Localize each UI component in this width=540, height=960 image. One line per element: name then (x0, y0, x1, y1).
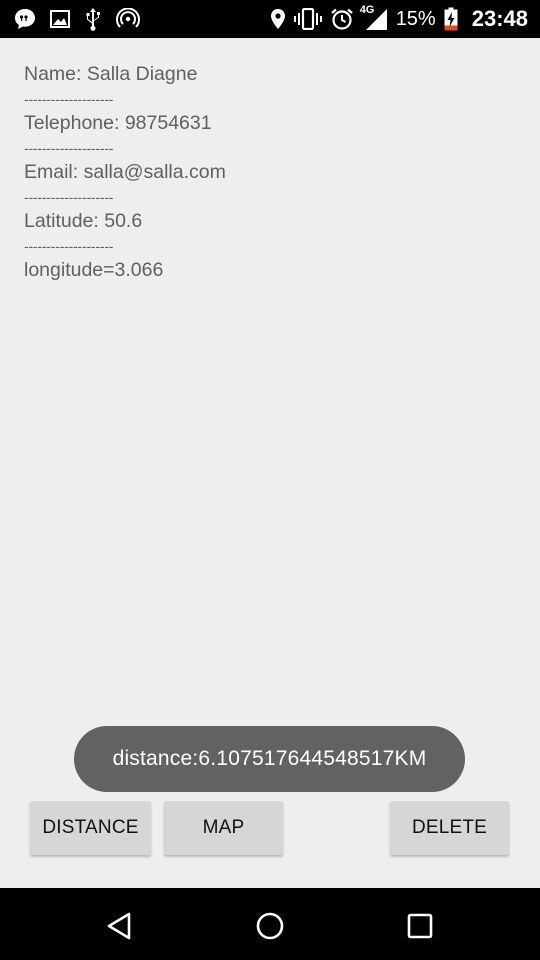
name-text: Name: Salla Diagne (24, 63, 198, 85)
navigation-bar (0, 888, 540, 960)
signal-4g-icon: 4G (359, 4, 388, 31)
contact-details: Name: Salla Diagne -------------------- … (24, 62, 226, 283)
recents-icon (407, 913, 433, 939)
hotspot-icon (116, 8, 140, 30)
separator: -------------------- (24, 237, 114, 254)
toast-message: distance:6.107517644548517KM (112, 747, 427, 770)
chat-bubble-icon (14, 8, 36, 30)
separator: -------------------- (24, 188, 114, 205)
distance-toast: distance:6.107517644548517KM (74, 726, 465, 792)
separator: -------------------- (24, 90, 114, 107)
longitude-text: longitude=3.066 (24, 259, 164, 281)
status-bar: 4G 15% 23:48 (0, 0, 540, 38)
home-button[interactable] (250, 906, 290, 946)
separator: -------------------- (24, 139, 114, 156)
recents-button[interactable] (400, 906, 440, 946)
usb-icon (84, 7, 102, 31)
location-pin-icon (270, 8, 286, 30)
map-button[interactable]: MAP (164, 801, 283, 855)
latitude-text: Latitude: 50.6 (24, 210, 143, 232)
distance-button[interactable]: DISTANCE (30, 801, 151, 855)
screen: 4G 15% 23:48 Name: Salla Diagne --------… (0, 0, 540, 960)
alarm-icon (330, 7, 354, 31)
home-icon (256, 912, 284, 940)
battery-percent: 15% (395, 7, 436, 30)
delete-button[interactable]: DELETE (390, 801, 509, 855)
network-type-label: 4G (359, 4, 375, 16)
back-icon (107, 912, 131, 940)
battery-charging-icon (444, 7, 458, 31)
vibrate-icon (293, 8, 322, 30)
image-icon (50, 10, 70, 28)
email-text: Email: salla@salla.com (24, 161, 226, 183)
status-bar-system: 4G 15% 23:48 (270, 4, 528, 32)
telephone-text: Telephone: 98754631 (24, 112, 212, 134)
back-button[interactable] (100, 906, 140, 946)
status-bar-notifications (14, 7, 140, 31)
status-clock: 23:48 (471, 6, 528, 31)
